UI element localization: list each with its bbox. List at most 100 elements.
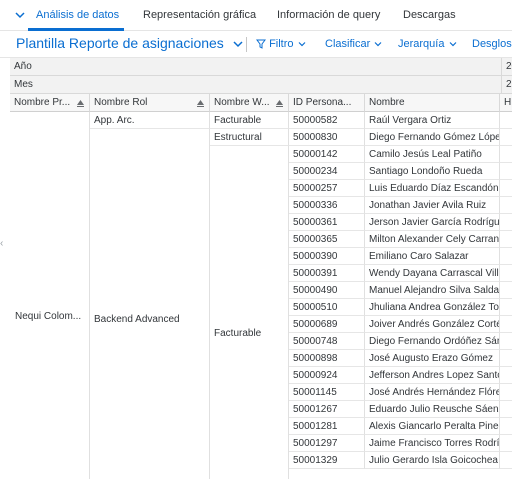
h-cell [500, 316, 512, 333]
h-cell [500, 180, 512, 197]
id-cell: 50000510 [289, 299, 365, 316]
name-cell: Luis Eduardo Díaz Escandón [365, 180, 500, 197]
filter-label: Filtro [269, 38, 294, 50]
h-cell [500, 350, 512, 367]
name-cell: Diego Fernando Ordóñez Sánchez [365, 333, 500, 350]
h-cell [500, 384, 512, 401]
name-cell: Jefferson Andres Lopez Santos [365, 367, 500, 384]
id-cell: 50000361 [289, 214, 365, 231]
role-label: Backend Advanced [94, 314, 180, 325]
hierarchy-button[interactable]: Jerarquía [398, 38, 458, 50]
tab-informacion-de-query[interactable]: Información de query [277, 9, 380, 21]
drilldown-button[interactable]: Desglose [472, 38, 512, 50]
hierarchy-label: Jerarquía [398, 38, 445, 50]
name-cell: Jaime Francisco Torres Rodríguez [365, 435, 500, 452]
id-cell: 50000924 [289, 367, 365, 384]
h-cell [500, 367, 512, 384]
tab-bar: Análisis de datos Representación gráfica… [0, 0, 512, 31]
column-header-label: Nombre Rol [94, 97, 148, 108]
sort-ascending-icon [77, 100, 84, 107]
tab-analisis-de-datos[interactable]: Análisis de datos [36, 9, 119, 21]
name-cell: Jhuliana Andrea González Torres [365, 299, 500, 316]
h-cell [500, 248, 512, 265]
work-cell-facturable: Facturable [210, 112, 289, 129]
id-cell: 50001267 [289, 401, 365, 418]
sort-button[interactable]: Clasificar [325, 38, 383, 50]
report-title-button[interactable]: Plantilla Reporte de asignaciones [16, 35, 244, 51]
month-value: 2 [502, 76, 512, 94]
id-cell: 50001329 [289, 452, 365, 469]
sort-label: Clasificar [325, 38, 371, 50]
h-cell [500, 435, 512, 452]
id-cell: 50000391 [289, 265, 365, 282]
chevron-down-icon[interactable] [14, 9, 26, 21]
name-cell: Eduardo Julio Reusche Sáenz [365, 401, 500, 418]
name-cell: Wendy Dayana Carrascal Villa [365, 265, 500, 282]
id-cell: 50000830 [289, 129, 365, 146]
h-cell [500, 197, 512, 214]
h-cell [500, 265, 512, 282]
id-cell: 50000257 [289, 180, 365, 197]
name-cell: Jerson Javier García Rodríguez [365, 214, 500, 231]
name-cell: José Andrés Hernández Flórez [365, 384, 500, 401]
id-cell: 50000336 [289, 197, 365, 214]
id-cell: 50001297 [289, 435, 365, 452]
tab-descargas[interactable]: Descargas [403, 9, 456, 21]
h-cell [500, 418, 512, 435]
sort-ascending-icon [197, 100, 204, 107]
h-cell [500, 146, 512, 163]
column-header-h[interactable]: H [500, 94, 512, 112]
h-cell [500, 163, 512, 180]
work-label: Facturable [214, 328, 262, 339]
h-cell [500, 282, 512, 299]
h-cell [500, 401, 512, 418]
column-header-label: Nombre W... [214, 97, 270, 108]
id-cell: 50000234 [289, 163, 365, 180]
row-header-year: Año [10, 58, 502, 76]
id-cell: 50001281 [289, 418, 365, 435]
name-cell: Raúl Vergara Ortiz [365, 112, 500, 129]
tab-representacion-grafica[interactable]: Representación gráfica [143, 9, 256, 21]
column-header-id-persona[interactable]: ID Persona... [289, 94, 365, 112]
name-cell: Emiliano Caro Salazar [365, 248, 500, 265]
column-header-nombre-pr[interactable]: Nombre Pr... [10, 94, 90, 112]
column-header-nombre-w[interactable]: Nombre W... [210, 94, 289, 112]
name-cell: Diego Fernando Gómez López [365, 129, 500, 146]
column-header-label: Nombre Pr... [14, 97, 71, 108]
toolbar: Plantilla Reporte de asignaciones Filtro… [0, 31, 512, 58]
name-cell: Camilo Jesús Leal Patiño [365, 146, 500, 163]
year-value: 20 [502, 58, 512, 76]
sort-ascending-icon [276, 100, 283, 107]
id-cell: 50000582 [289, 112, 365, 129]
company-label: Nequi Colom... [15, 311, 82, 322]
column-header-nombre-rol[interactable]: Nombre Rol [90, 94, 210, 112]
h-cell [500, 112, 512, 129]
chevron-down-icon [298, 42, 306, 47]
column-header-label: ID Persona... [293, 97, 352, 108]
column-header-nombre[interactable]: Nombre [365, 94, 500, 112]
report-title: Plantilla Reporte de asignaciones [16, 35, 224, 51]
role-cell-backend-advanced: Backend Advanced [90, 129, 210, 479]
role-cell-app-arc: App. Arc. [90, 112, 210, 129]
h-cell [500, 214, 512, 231]
name-cell: Milton Alexander Cely Carranza [365, 231, 500, 248]
pivot-table: Año 20 Mes 2 Nombre Pr... Nombre Rol Nom… [10, 58, 512, 479]
id-cell: 50000390 [289, 248, 365, 265]
id-cell: 50000689 [289, 316, 365, 333]
name-cell: Manuel Alejandro Silva Saldaña [365, 282, 500, 299]
filter-button[interactable]: Filtro [256, 38, 307, 50]
collapse-handle[interactable]: ‹ [0, 238, 3, 249]
column-header-label: H [504, 97, 512, 108]
name-cell: Alexis Giancarlo Peralta Pineda [365, 418, 500, 435]
name-cell: Joiver Andrés González Cortés [365, 316, 500, 333]
h-cell [500, 129, 512, 146]
id-cell: 50000490 [289, 282, 365, 299]
h-cell [500, 452, 512, 469]
work-cell-estructural: Estructural [210, 129, 289, 146]
name-cell: Jonathan Javier Avila Ruiz [365, 197, 500, 214]
chevron-down-icon [449, 42, 456, 47]
id-cell: 50000898 [289, 350, 365, 367]
id-cell: 50000748 [289, 333, 365, 350]
filter-icon [256, 39, 266, 49]
group-cell-company: Nequi Colom... [10, 112, 90, 479]
